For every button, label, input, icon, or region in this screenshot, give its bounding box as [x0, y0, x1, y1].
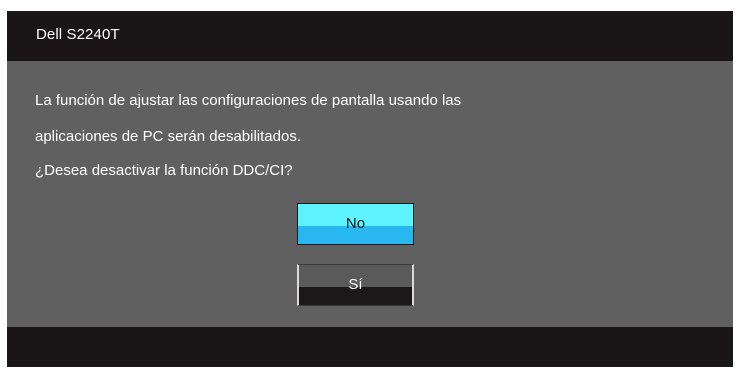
confirmation-question: ¿Desea desactivar la función DDC/CI? — [35, 162, 293, 179]
si-button[interactable]: Sí — [297, 264, 414, 306]
no-button[interactable]: No — [297, 203, 414, 245]
osd-dialog: Dell S2240T La función de ajustar las co… — [7, 11, 733, 367]
message-line-2: aplicaciones de PC serán desabilitados. — [35, 128, 301, 145]
monitor-model-title: Dell S2240T — [36, 26, 120, 43]
no-button-label: No — [345, 215, 366, 232]
footer-bar — [7, 327, 733, 367]
message-line-1: La función de ajustar las configuracione… — [35, 92, 462, 109]
si-button-label: Sí — [348, 276, 363, 293]
title-bar: Dell S2240T — [7, 11, 733, 61]
dialog-content: La función de ajustar las configuracione… — [7, 61, 733, 327]
